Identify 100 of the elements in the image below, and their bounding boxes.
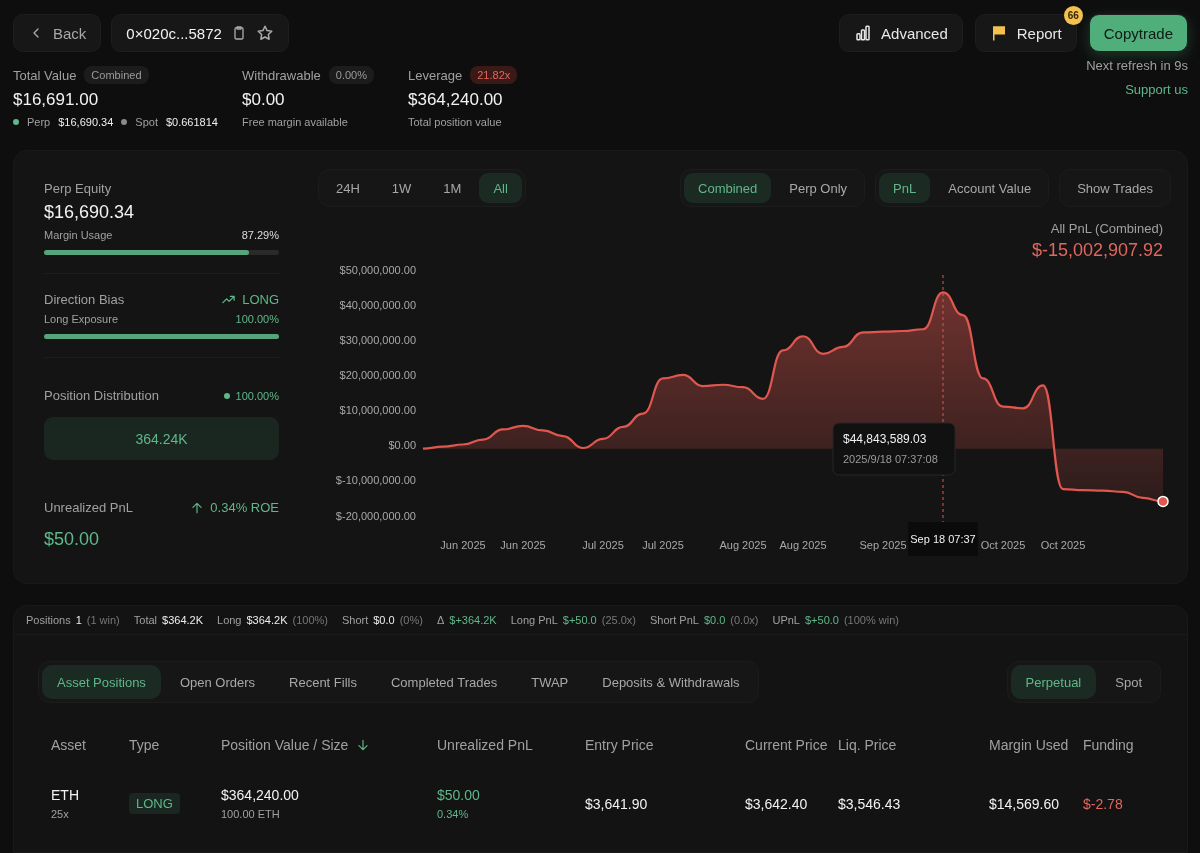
end-point <box>1157 495 1169 507</box>
stat-value: $0.0 <box>703 614 726 626</box>
section-label: Direction Bias <box>44 292 125 307</box>
column-header[interactable]: Unrealized PnL <box>437 737 585 753</box>
stat-note: Free margin available <box>242 116 349 128</box>
x-axis-label: Jun 2025 <box>440 538 486 551</box>
market-tab[interactable]: Perpetual <box>1010 665 1097 699</box>
stat-value: $+50.0 <box>562 614 597 626</box>
y-axis-label: $10,000,000.00 <box>339 403 416 416</box>
sort-down-icon <box>356 738 371 752</box>
column-header[interactable]: Type <box>129 737 221 753</box>
stat-label: Δ <box>436 614 445 626</box>
y-axis-label: $40,000,000.00 <box>339 298 416 311</box>
stat-tag: 0.00% <box>328 66 374 84</box>
breakdown-label: Spot <box>135 116 158 128</box>
pnl-value: $50.00 <box>437 787 481 803</box>
stat-label: Short <box>341 614 369 626</box>
table-cell-text: $3,641.90 <box>585 795 649 812</box>
column-header[interactable]: Asset <box>51 737 129 753</box>
metric-tab[interactable]: PnL <box>879 173 931 203</box>
support-link[interactable]: Support us <box>1125 82 1188 97</box>
position-size: 100.00 ETH <box>221 808 281 820</box>
scope-tab[interactable]: Combined <box>684 173 772 203</box>
x-axis-label: Jun 2025 <box>500 538 546 551</box>
equity-value: $16,690.34 <box>44 202 136 223</box>
range-tab[interactable]: 24H <box>322 173 374 203</box>
leverage-text: 25x <box>51 808 70 820</box>
stat-label: Withdrawable <box>242 67 321 83</box>
range-tab[interactable]: All <box>479 173 522 203</box>
x-axis-label: Oct 2025 <box>1040 538 1086 551</box>
tab[interactable]: Open Orders <box>164 665 271 699</box>
tab[interactable]: TWAP <box>516 665 584 699</box>
tab[interactable]: Asset Positions <box>42 665 161 699</box>
market-tab[interactable]: Spot <box>1100 665 1157 699</box>
y-axis-label: $0.00 <box>388 438 416 451</box>
show-trades-button[interactable]: Show Trades <box>1063 173 1167 203</box>
stat-note: (0.0x) <box>730 614 759 626</box>
breakdown-value: $0.661814 <box>165 116 218 128</box>
column-header[interactable]: Funding <box>1083 737 1200 753</box>
stat-label: Long <box>217 614 242 626</box>
count-badge: 66 <box>1063 6 1083 25</box>
table-cell-text: $3,546.43 <box>838 795 902 812</box>
refresh-text: Next refresh in 9s <box>1086 58 1188 73</box>
stat-label: Short PnL <box>650 614 699 626</box>
advanced-button[interactable]: Advanced <box>839 14 963 52</box>
chart-title: All PnL (Combined) <box>1050 221 1163 236</box>
column-header[interactable]: Position Value / Size <box>221 737 437 753</box>
stat-tag: 21.82x <box>470 66 518 84</box>
pnl-percent: 0.34% <box>437 808 470 820</box>
column-header[interactable]: Current Price <box>745 737 838 753</box>
tab[interactable]: Completed Trades <box>375 665 513 699</box>
stat-label: Long PnL <box>510 614 558 626</box>
stat-label: Positions <box>26 614 71 626</box>
y-axis-label: $-20,000,000.00 <box>335 509 416 522</box>
range-tab[interactable]: 1W <box>377 173 426 203</box>
stat-note: (100% win) <box>843 614 899 626</box>
pnl-value: $50.00 <box>44 529 101 550</box>
star-icon[interactable] <box>255 24 274 42</box>
tab[interactable]: Recent Fills <box>274 665 372 699</box>
crosshair-label: Sep 18 07:37 <box>908 521 978 556</box>
x-axis-label: Aug 2025 <box>779 538 827 551</box>
back-button[interactable]: Back <box>13 14 102 52</box>
table-cell-text: $3,642.40 <box>745 795 809 812</box>
stat-value: $16,691.00 <box>13 90 100 110</box>
distribution-bar: 364.24K <box>44 417 279 460</box>
meter-label: Margin Usage <box>44 229 113 241</box>
asset-name: ETH <box>51 787 80 803</box>
stat-note: (0%) <box>399 614 423 626</box>
x-axis-label: Jul 2025 <box>642 538 684 551</box>
column-header[interactable]: Liq. Price <box>838 737 989 753</box>
meter-label: Long Exposure <box>44 313 118 325</box>
stat-note: (25.0x) <box>601 614 636 626</box>
x-axis-label: Sep 2025 <box>859 538 907 551</box>
position-value: $364,240.00 <box>221 787 300 803</box>
breakdown-label: Perp <box>27 116 51 128</box>
stat-value: $+364.2K <box>449 614 497 626</box>
table-cell-text: $14,569.60 <box>989 795 1061 812</box>
x-axis-label: Oct 2025 <box>980 538 1026 551</box>
type-tag: LONG <box>129 793 180 814</box>
column-header[interactable]: Margin Used <box>989 737 1083 753</box>
column-header[interactable]: Entry Price <box>585 737 745 753</box>
metric-tab[interactable]: Account Value <box>934 173 1046 203</box>
stat-value: $364,240.00 <box>408 90 504 110</box>
stat-note: (1 win) <box>86 614 120 626</box>
stat-value: $364.2K <box>162 614 203 626</box>
scope-tab[interactable]: Perp Only <box>775 173 862 203</box>
breakdown-value: $16,690.34 <box>58 116 114 128</box>
stat-value: $+50.0 <box>805 614 839 626</box>
table-cell-text: $-2.78 <box>1083 795 1124 812</box>
section-label: Unrealized PnL <box>44 500 133 515</box>
stat-note: (100%) <box>292 614 328 626</box>
copytrade-button[interactable]: Copytrade <box>1088 14 1188 52</box>
stat-value: $364.2K <box>246 614 288 626</box>
stat-note: Total position value <box>408 116 503 128</box>
arrow-up-icon <box>190 500 205 515</box>
x-axis-label: Jul 2025 <box>582 538 624 551</box>
bar-chart-icon <box>854 24 873 42</box>
range-tab[interactable]: 1M <box>429 173 476 203</box>
tab[interactable]: Deposits & Withdrawals <box>587 665 755 699</box>
section-label: Perp Equity <box>44 181 113 196</box>
